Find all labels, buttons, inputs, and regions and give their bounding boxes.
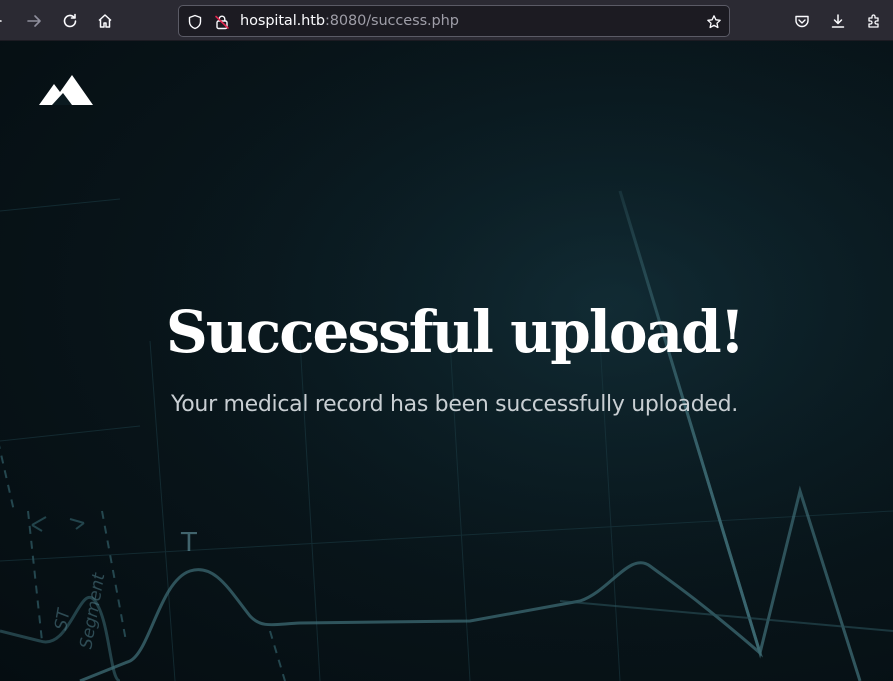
reload-button[interactable]: [55, 6, 85, 36]
bookmark-button[interactable]: [705, 13, 723, 31]
forward-button[interactable]: [19, 6, 49, 36]
site-security-button[interactable]: [213, 13, 231, 31]
tracking-protection-button[interactable]: [186, 13, 204, 31]
ecg-label-t: T: [180, 528, 197, 558]
star-icon: [707, 15, 721, 29]
extensions-button[interactable]: [859, 6, 889, 36]
home-icon: [98, 14, 112, 28]
arrow-right-icon: [27, 15, 41, 27]
back-button[interactable]: [0, 6, 10, 36]
home-button[interactable]: [90, 6, 120, 36]
downloads-button[interactable]: [823, 6, 853, 36]
url-path: :8080/success.php: [324, 13, 459, 29]
arrow-left-icon: [0, 20, 2, 22]
mountain-logo-icon: [39, 75, 93, 105]
page-content: T ST Segment Successful upload! Your med…: [0, 41, 893, 681]
pocket-button[interactable]: [787, 6, 817, 36]
puzzle-icon: [868, 14, 879, 28]
site-logo[interactable]: [38, 74, 94, 110]
shield-icon: [188, 14, 202, 30]
page-subtitle: Your medical record has been successfull…: [171, 392, 738, 417]
page-title: Successful upload!: [165, 298, 745, 366]
reload-icon: [63, 13, 77, 28]
pocket-icon: [795, 15, 809, 28]
url-host: hospital.htb: [240, 13, 325, 29]
address-bar[interactable]: hospital.htb:8080/success.php: [178, 5, 730, 37]
url-text[interactable]: hospital.htb:8080/success.php: [240, 13, 459, 30]
insecure-lock-icon: [215, 15, 229, 30]
download-icon: [831, 14, 845, 28]
browser-toolbar: hospital.htb:8080/success.php: [0, 0, 893, 41]
